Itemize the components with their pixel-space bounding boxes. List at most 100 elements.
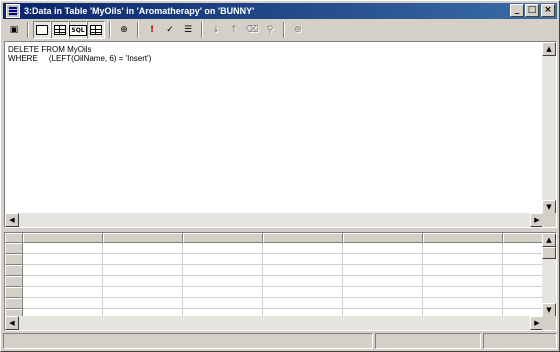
diagram-pane-icon [36,25,48,35]
grid-cell[interactable] [423,287,503,298]
grid-cell[interactable] [263,287,343,298]
maximize-button[interactable]: □ [525,4,539,17]
grid-vertical-scrollbar[interactable]: ▲ ▼ [542,233,556,317]
table-row[interactable] [23,276,543,287]
grid-cell[interactable] [503,276,543,287]
scroll-up-button[interactable]: ▲ [542,42,556,56]
change-query-type-button[interactable]: ⊕ [115,21,133,39]
row-selector[interactable] [5,287,23,298]
verify-sql-icon: ✓ [166,25,174,35]
close-button[interactable]: × [541,4,555,17]
column-header[interactable] [183,233,263,243]
grid-cell[interactable] [343,298,423,309]
column-header[interactable] [423,233,503,243]
grid-cell[interactable] [103,298,183,309]
scroll-down-button[interactable]: ▼ [542,303,556,317]
grid-cell[interactable] [423,254,503,265]
grid-cell[interactable] [183,254,263,265]
grid-cell[interactable] [23,298,103,309]
scroll-left-button[interactable]: ◀ [5,316,19,330]
toolbar: ▣ SQL ⊕ ! ✓ ☰ ↓ ↑ ⌫ ⚲ ⊕ [3,20,557,40]
grid-cell[interactable] [503,265,543,276]
grid-cell[interactable] [183,298,263,309]
grid-cell[interactable] [103,243,183,254]
row-selector[interactable] [5,254,23,265]
grid-cell[interactable] [503,243,543,254]
properties-button[interactable]: ▣ [5,21,23,39]
title-bar[interactable]: 3:Data in Table 'MyOils' in 'Aromatherap… [3,3,557,19]
table-row[interactable] [23,254,543,265]
filter-button[interactable]: ⚲ [261,21,279,39]
grid-corner-cell[interactable] [5,233,23,243]
grid-cell[interactable] [23,254,103,265]
grid-cell[interactable] [503,298,543,309]
table-row[interactable] [23,265,543,276]
grid-cell[interactable] [263,276,343,287]
column-header[interactable] [23,233,103,243]
grid-cell[interactable] [423,298,503,309]
show-sql-pane-button[interactable]: SQL [69,21,87,39]
row-selector[interactable] [5,276,23,287]
grid-cell[interactable] [503,287,543,298]
show-grid-pane-button[interactable] [51,21,69,39]
grid-cell[interactable] [23,265,103,276]
sql-vertical-scrollbar[interactable]: ▲ ▼ [542,42,556,214]
grid-cell[interactable] [103,287,183,298]
grid-cell[interactable] [343,254,423,265]
table-row[interactable] [23,298,543,309]
grid-cell[interactable] [183,287,263,298]
remove-filter-button[interactable]: ⌫ [243,21,261,39]
column-header[interactable] [263,233,343,243]
show-diagram-pane-button[interactable] [33,21,51,39]
row-selector[interactable] [5,243,23,254]
grid-horizontal-scrollbar[interactable]: ◀ ▶ [5,316,544,330]
sql-pane[interactable]: DELETE FROM MyOils WHERE (LEFT(OilName, … [4,41,557,228]
table-row[interactable] [23,287,543,298]
column-header[interactable] [103,233,183,243]
grid-cell[interactable] [343,276,423,287]
window-title: 3:Data in Table 'MyOils' in 'Aromatherap… [24,6,255,16]
window-controls: _ □ × [509,4,555,17]
grid-cell[interactable] [103,254,183,265]
grid-cell[interactable] [503,254,543,265]
results-grid[interactable]: ▲ ▼ ◀ ▶ [4,232,557,331]
group-by-button[interactable]: ☰ [179,21,197,39]
verify-sql-button[interactable]: ✓ [161,21,179,39]
grid-cell[interactable] [263,298,343,309]
grid-cell[interactable] [23,287,103,298]
run-button[interactable]: ! [143,21,161,39]
table-row[interactable] [23,243,543,254]
grid-cell[interactable] [103,276,183,287]
scroll-left-button[interactable]: ◀ [5,213,19,227]
grid-cell[interactable] [183,265,263,276]
minimize-button[interactable]: _ [510,4,524,17]
sort-descending-button[interactable]: ↑ [225,21,243,39]
grid-cell[interactable] [263,243,343,254]
grid-cell[interactable] [103,265,183,276]
scroll-thumb[interactable] [542,247,556,259]
scroll-down-button[interactable]: ▼ [542,200,556,214]
grid-cell[interactable] [263,265,343,276]
grid-cell[interactable] [343,287,423,298]
grid-cell[interactable] [183,243,263,254]
scroll-up-button[interactable]: ▲ [542,233,556,247]
grid-cell[interactable] [263,254,343,265]
grid-cell[interactable] [183,276,263,287]
grid-cell[interactable] [343,265,423,276]
grid-cell[interactable] [423,265,503,276]
row-selector[interactable] [5,265,23,276]
row-selector[interactable] [5,298,23,309]
toolbar-separator [137,22,139,38]
column-header[interactable] [503,233,543,243]
sql-editor-text[interactable]: DELETE FROM MyOils WHERE (LEFT(OilName, … [8,45,151,63]
column-header[interactable] [343,233,423,243]
add-table-button[interactable]: ⊕ [289,21,307,39]
grid-cell[interactable] [423,243,503,254]
sort-ascending-button[interactable]: ↓ [207,21,225,39]
grid-cell[interactable] [343,243,423,254]
grid-cell[interactable] [423,276,503,287]
show-results-pane-button[interactable] [87,21,105,39]
grid-cell[interactable] [23,276,103,287]
sql-horizontal-scrollbar[interactable]: ◀ ▶ [5,213,544,227]
grid-cell[interactable] [23,243,103,254]
